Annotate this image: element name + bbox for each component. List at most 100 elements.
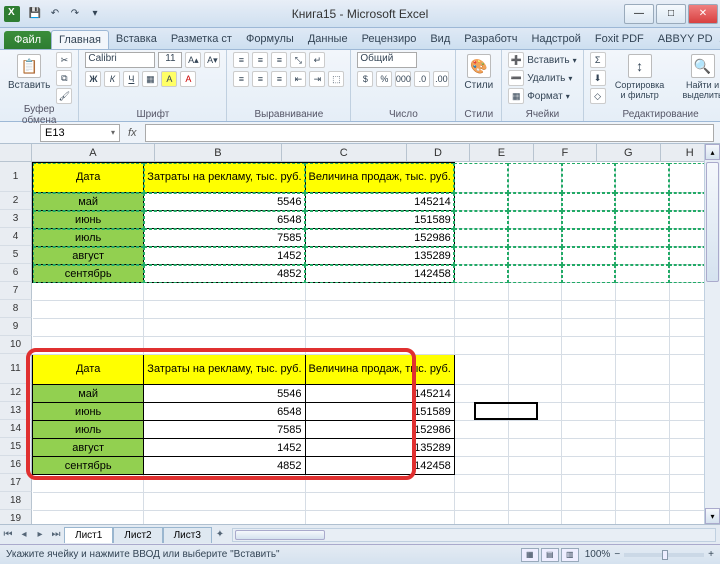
month-cell[interactable]: август: [33, 247, 144, 265]
month-cell[interactable]: сентябрь: [33, 457, 144, 475]
tab-file[interactable]: Файл: [4, 31, 51, 49]
cell[interactable]: [562, 211, 616, 229]
sheet-nav-first-icon[interactable]: ⏮: [0, 529, 16, 540]
row-header-18[interactable]: 18: [0, 492, 32, 510]
cell[interactable]: [508, 403, 562, 421]
cell[interactable]: [454, 283, 508, 301]
cell[interactable]: [615, 439, 669, 457]
fill-icon[interactable]: ⬇: [590, 70, 606, 86]
value-cell[interactable]: 4852: [144, 265, 305, 283]
cell[interactable]: [562, 439, 616, 457]
cell[interactable]: [454, 211, 508, 229]
cell[interactable]: [144, 319, 305, 337]
decrease-decimal-icon[interactable]: .00: [433, 71, 449, 87]
cell[interactable]: [615, 337, 669, 355]
sheet-nav-prev-icon[interactable]: ◂: [16, 529, 32, 540]
value-cell[interactable]: 7585: [144, 229, 305, 247]
cell[interactable]: [454, 163, 508, 193]
cell[interactable]: [615, 511, 669, 525]
cell[interactable]: [508, 247, 562, 265]
month-cell[interactable]: май: [33, 385, 144, 403]
scroll-down-icon[interactable]: ▾: [705, 508, 720, 524]
row-header-5[interactable]: 5: [0, 246, 32, 264]
table-header[interactable]: Величина продаж, тыс. руб.: [305, 163, 454, 193]
row-header-17[interactable]: 17: [0, 474, 32, 492]
clear-icon[interactable]: ◇: [590, 88, 606, 104]
minimize-button[interactable]: —: [624, 4, 654, 24]
row-header-15[interactable]: 15: [0, 438, 32, 456]
tab-abbyy pd[interactable]: ABBYY PD: [651, 30, 720, 49]
grow-font-icon[interactable]: A▴: [185, 52, 201, 68]
tab-разработч[interactable]: Разработч: [457, 30, 524, 49]
row-header-19[interactable]: 19: [0, 510, 32, 524]
align-middle-icon[interactable]: ≡: [252, 52, 268, 68]
view-normal-icon[interactable]: ▦: [521, 548, 539, 562]
cell[interactable]: [33, 337, 144, 355]
table-header[interactable]: Затраты на рекламу, тыс. руб.: [144, 163, 305, 193]
cell[interactable]: [454, 229, 508, 247]
cell[interactable]: [454, 439, 508, 457]
cell[interactable]: [144, 283, 305, 301]
cell[interactable]: [562, 283, 616, 301]
cell[interactable]: [144, 475, 305, 493]
vscroll-thumb[interactable]: [706, 162, 719, 282]
cell[interactable]: [305, 301, 454, 319]
sheet-tab-Лист2[interactable]: Лист2: [113, 527, 162, 543]
fill-color-icon[interactable]: A: [161, 71, 177, 87]
cell[interactable]: [508, 163, 562, 193]
view-page-layout-icon[interactable]: ▤: [541, 548, 559, 562]
cell[interactable]: [615, 163, 669, 193]
row-header-3[interactable]: 3: [0, 210, 32, 228]
tab-данные[interactable]: Данные: [301, 30, 355, 49]
cell[interactable]: [144, 493, 305, 511]
row-header-13[interactable]: 13: [0, 402, 32, 420]
value-cell[interactable]: 151589: [305, 211, 454, 229]
col-header-B[interactable]: B: [155, 144, 282, 162]
cell[interactable]: [454, 475, 508, 493]
zoom-value[interactable]: 100%: [585, 549, 611, 560]
value-cell[interactable]: 6548: [144, 403, 305, 421]
col-header-C[interactable]: C: [282, 144, 407, 162]
sheet-nav-next-icon[interactable]: ▸: [32, 529, 48, 540]
cell[interactable]: [33, 511, 144, 525]
cell[interactable]: [508, 355, 562, 385]
cell[interactable]: [33, 319, 144, 337]
cell[interactable]: [562, 193, 616, 211]
row-header-8[interactable]: 8: [0, 300, 32, 318]
currency-icon[interactable]: $: [357, 71, 373, 87]
align-center-icon[interactable]: ≡: [252, 71, 268, 87]
cell[interactable]: [144, 511, 305, 525]
cell[interactable]: [562, 493, 616, 511]
insert-cells-button[interactable]: ➕Вставить▾: [508, 52, 576, 68]
fx-icon[interactable]: fx: [128, 127, 137, 139]
comma-icon[interactable]: 000: [395, 71, 411, 87]
maximize-button[interactable]: □: [656, 4, 686, 24]
cell[interactable]: [562, 403, 616, 421]
tab-вид[interactable]: Вид: [423, 30, 457, 49]
value-cell[interactable]: 7585: [144, 421, 305, 439]
cell[interactable]: [305, 337, 454, 355]
cell[interactable]: [454, 301, 508, 319]
cell[interactable]: [615, 247, 669, 265]
row-header-10[interactable]: 10: [0, 336, 32, 354]
table-header[interactable]: Величина продаж, тыс. руб.: [305, 355, 454, 385]
cell[interactable]: [508, 385, 562, 403]
paste-button[interactable]: 📋 Вставить: [6, 52, 52, 93]
value-cell[interactable]: 152986: [305, 229, 454, 247]
col-header-E[interactable]: E: [470, 144, 533, 162]
month-cell[interactable]: август: [33, 439, 144, 457]
cell[interactable]: [454, 193, 508, 211]
worksheet-grid[interactable]: ABCDEFGH 1234567891011121314151617181920…: [0, 144, 720, 524]
cell[interactable]: [615, 283, 669, 301]
value-cell[interactable]: 145214: [305, 193, 454, 211]
vertical-scrollbar[interactable]: ▴ ▾: [704, 144, 720, 524]
cell[interactable]: [562, 457, 616, 475]
col-header-D[interactable]: D: [407, 144, 470, 162]
cell[interactable]: [305, 283, 454, 301]
col-header-F[interactable]: F: [534, 144, 597, 162]
tab-рецензиро[interactable]: Рецензиро: [355, 30, 424, 49]
qat-undo-icon[interactable]: ↶: [48, 7, 62, 21]
percent-icon[interactable]: %: [376, 71, 392, 87]
underline-icon[interactable]: Ч: [123, 71, 139, 87]
cell[interactable]: [454, 493, 508, 511]
